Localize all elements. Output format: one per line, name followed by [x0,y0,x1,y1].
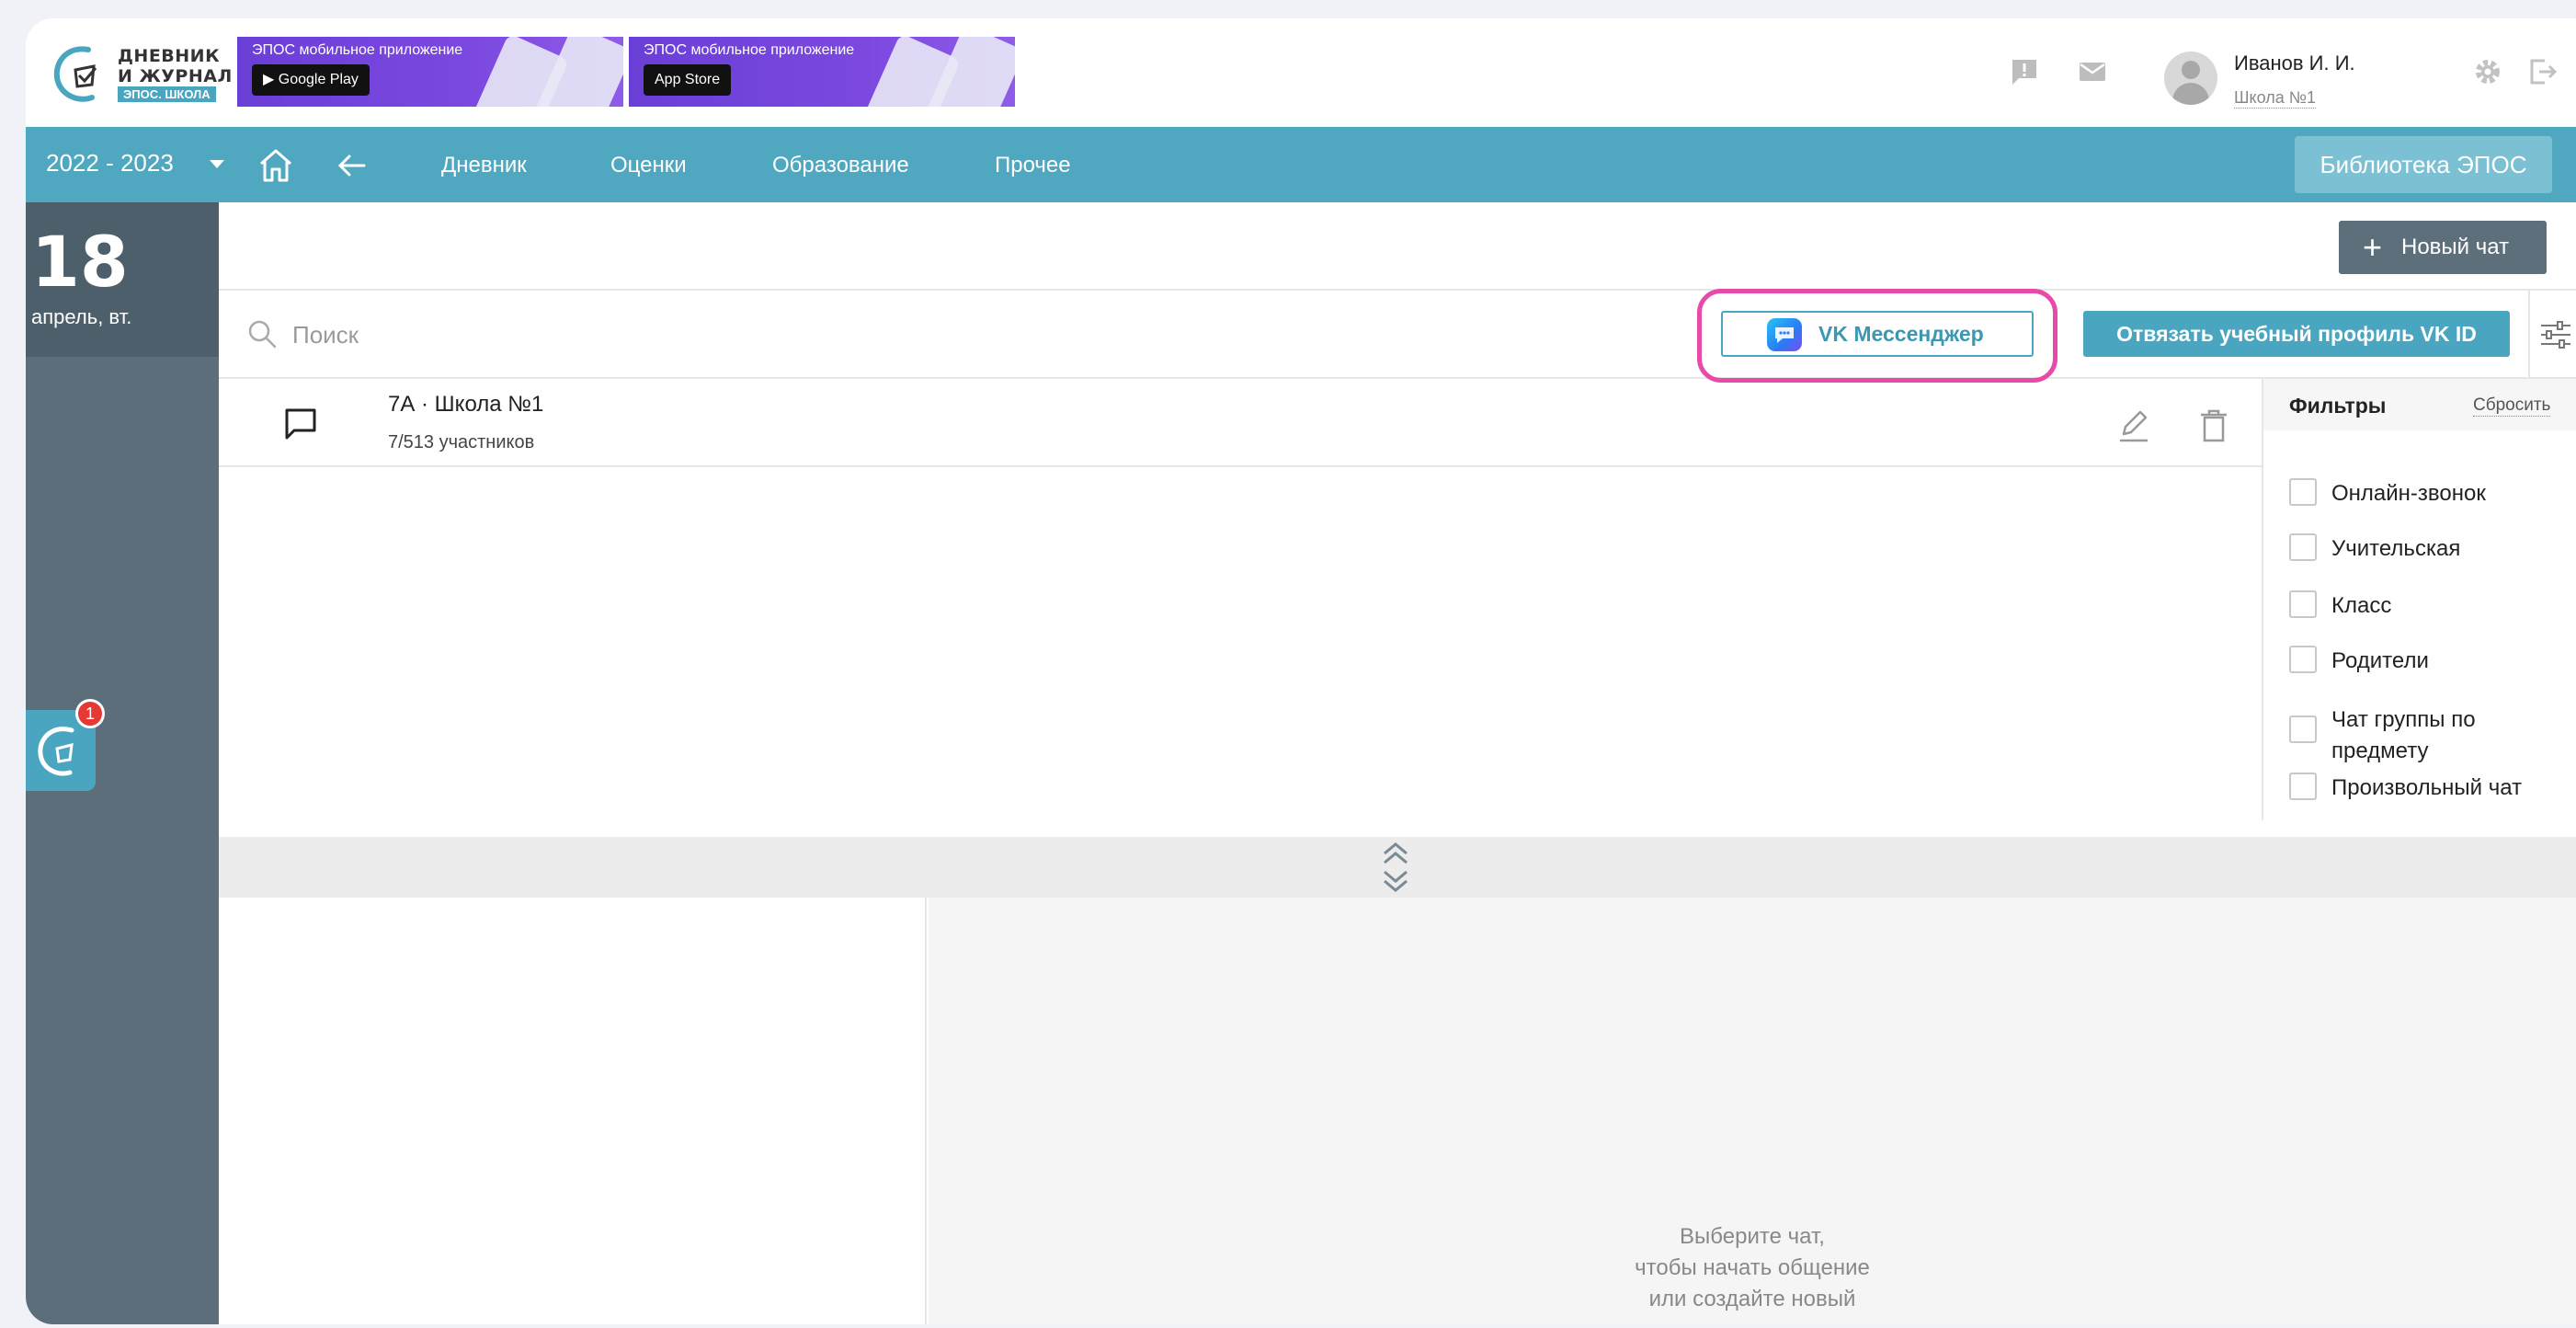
checkbox[interactable] [2289,590,2317,618]
assistant-icon [38,727,74,776]
main-nav: 2022 - 2023 Дневник Оценки Образование П… [26,127,2576,202]
checkbox[interactable] [2289,646,2317,673]
search-input[interactable] [292,315,936,355]
mail-icon[interactable] [2078,57,2107,86]
app-window: ДНЕВНИК И ЖУРНАЛ ЭПОС. ШКОЛА ЭПОС мобиль… [26,18,2576,1324]
vk-messenger-label: VK Мессенджер [1818,322,1984,346]
chat-list-item[interactable]: 7А · Школа №1 7/513 участников [219,379,2262,467]
search-row: VK Мессенджер Отвязать учебный профиль V… [219,289,2576,383]
nav-link-education[interactable]: Образование [772,153,909,178]
filters-panel: Фильтры Сбросить Онлайн-звонок Учительск… [2262,379,2576,820]
back-arrow-icon[interactable] [331,145,371,186]
store-name: App Store [655,72,721,87]
chevron-down-icon[interactable] [210,160,224,168]
filter-label: Учительская [2331,536,2461,561]
checkbox[interactable] [2289,773,2317,800]
search-icon [248,320,277,349]
plus-icon: + [2363,228,2383,266]
checkbox[interactable] [2289,533,2317,561]
participants-pane [219,898,927,1324]
filters-title: Фильтры [2289,394,2387,418]
logout-icon[interactable] [2528,57,2558,86]
logo-line-2: И ЖУРНАЛ [118,66,233,86]
chat-bubble-icon [285,408,316,440]
filter-label: Произвольный чат [2331,775,2523,800]
vk-messenger-icon [1767,318,1802,351]
new-chat-label: Новый чат [2401,235,2510,259]
logo-line-3: ЭПОС. ШКОЛА [118,86,216,102]
filter-label: Родители [2331,648,2429,673]
app-store-banner[interactable]: ЭПОС мобильное приложение App Store [629,37,1015,107]
top-header: ДНЕВНИК И ЖУРНАЛ ЭПОС. ШКОЛА ЭПОС мобиль… [26,18,2576,127]
home-icon[interactable] [256,145,296,186]
google-play-banner[interactable]: ЭПОС мобильное приложение ▶ Google Play [237,37,623,107]
expand-collapse-icon[interactable] [1375,837,1416,898]
chat-toolbar: + Новый чат [219,202,2576,291]
date-widget[interactable]: 18 апрель, вт. [26,202,219,357]
pane-splitter[interactable] [219,837,2576,898]
trash-icon[interactable] [2199,408,2228,443]
nav-link-diary[interactable]: Дневник [441,153,527,178]
filter-label: Онлайн-звонок [2331,481,2486,506]
user-school[interactable]: Школа №1 [2234,88,2317,109]
nav-link-grades[interactable]: Оценки [610,153,687,178]
chat-name: 7А · Школа №1 [388,392,544,417]
filter-label: Класс [2331,593,2392,618]
google-play-badge: ▶ Google Play [252,64,370,96]
filters-header: Фильтры Сбросить [2263,379,2576,430]
chat-members: 7/513 участников [388,432,535,452]
library-button[interactable]: Библиотека ЭПОС [2295,136,2552,193]
conversation-pane: Выберите чат, чтобы начать общение или с… [929,898,2576,1324]
store-name: Google Play [278,72,359,87]
user-name[interactable]: Иванов И. И. [2234,52,2355,75]
chat-panel: + Новый чат VK Мессенджер Отвязать [219,202,2576,1324]
sliders-icon [2541,321,2570,349]
banner-title: ЭПОС мобильное приложение [252,42,463,58]
feedback-icon[interactable] [2010,57,2039,86]
edit-icon[interactable] [2116,408,2151,443]
left-sidebar: 18 апрель, вт. 1 [26,202,219,1324]
unlink-vk-id-button[interactable]: Отвязать учебный профиль VK ID [2083,311,2510,357]
checkbox[interactable] [2289,478,2317,506]
checkbox[interactable] [2289,716,2317,743]
assistant-button[interactable]: 1 [26,699,105,791]
user-avatar[interactable] [2164,52,2217,105]
nav-link-other[interactable]: Прочее [995,153,1071,178]
date-day: 18 [31,221,129,303]
logo-line-1: ДНЕВНИК [118,46,221,66]
filter-settings-button[interactable] [2528,291,2576,379]
new-chat-button[interactable]: + Новый чат [2339,221,2547,274]
filters-reset-link[interactable]: Сбросить [2473,395,2551,417]
banner-title: ЭПОС мобильное приложение [644,42,855,58]
empty-state-message: Выберите чат, чтобы начать общение или с… [1635,1224,1870,1311]
filter-label: Чат группы по предмету [2331,707,2476,763]
date-label: апрель, вт. [31,305,132,328]
vk-messenger-button[interactable]: VK Мессенджер [1721,311,2034,357]
app-store-badge: App Store [644,64,732,96]
notification-badge: 1 [75,699,105,728]
gear-icon[interactable] [2473,57,2502,86]
school-year-select[interactable]: 2022 - 2023 [46,149,174,177]
logo-mark-icon [53,46,97,102]
epos-logo[interactable]: ДНЕВНИК И ЖУРНАЛ ЭПОС. ШКОЛА [51,39,245,109]
